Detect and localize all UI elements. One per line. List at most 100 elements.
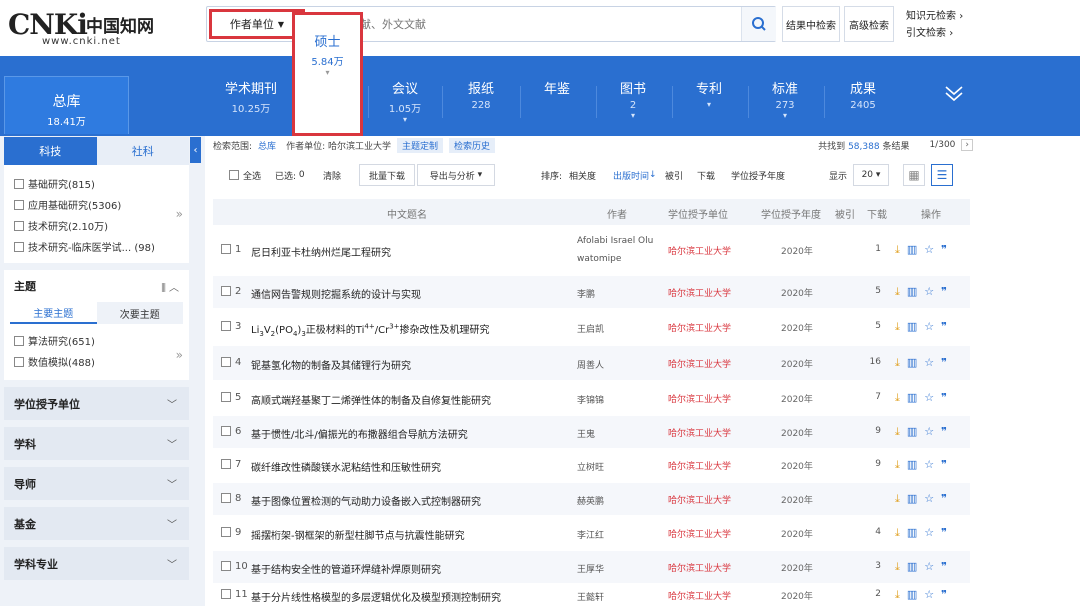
col-unit[interactable]: 学位授予单位 [668, 206, 728, 221]
download-icon[interactable]: ⤓ [895, 356, 900, 370]
author-link[interactable]: 李锦锦 [577, 392, 657, 410]
author-link[interactable]: Afolabi Israel Olu watomipe [577, 232, 657, 268]
tab-newspaper[interactable]: 报纸 228 [448, 78, 514, 128]
download-icon[interactable]: ⤓ [895, 391, 900, 405]
paper-title-link[interactable]: 基于结构安全性的管道环焊缝补焊原则研究 [251, 561, 441, 576]
tab-social[interactable]: 社科 [96, 137, 189, 165]
download-icon[interactable]: ⤓ [895, 425, 900, 439]
read-online-icon[interactable]: ▥ [907, 526, 917, 540]
author-link[interactable]: 李鹏 [577, 286, 657, 304]
tab-masters[interactable]: 硕士 5.84万 ▾ [292, 12, 363, 136]
star-icon[interactable]: ☆ [924, 588, 934, 602]
knowledge-search-link[interactable]: 知识元检索 › [906, 8, 963, 25]
read-online-icon[interactable]: ▥ [907, 356, 917, 370]
paper-title-link[interactable]: 基于分片线性格模型的多层逻辑优化及模型预测控制研究 [251, 589, 501, 604]
col-author[interactable]: 作者 [607, 206, 627, 221]
page-size-select[interactable]: 20 ▾ [853, 164, 889, 186]
tab-standards[interactable]: 标准 273 ▾ [752, 78, 818, 128]
checkbox[interactable] [221, 321, 231, 331]
star-icon[interactable]: ☆ [924, 285, 934, 299]
col-cited[interactable]: 被引 [835, 206, 855, 221]
section-degree-unit[interactable]: 学位授予单位 ﹀ [4, 387, 189, 420]
author-link[interactable]: 赫英鹏 [577, 493, 657, 511]
unit-link[interactable]: 哈尔滨工业大学 [668, 459, 731, 472]
cnki-logo[interactable]: CNKi 中国知网 www.cnki.net [8, 6, 158, 47]
search-field-select[interactable]: 作者单位 ▼ [209, 9, 305, 39]
checkbox[interactable] [14, 220, 24, 231]
paper-title-link[interactable]: Li3V2(PO4)3正极材料的Ti4+/Cr3+掺杂改性及机理研究 [251, 321, 490, 338]
list-view-button[interactable]: ☰ [931, 164, 953, 186]
double-chevron-right-icon[interactable]: » [176, 207, 183, 221]
clear-button[interactable]: 清除 [323, 161, 341, 189]
download-icon[interactable]: ⤓ [895, 526, 900, 540]
read-online-icon[interactable]: ▥ [907, 243, 917, 257]
tab-main-theme[interactable]: 主要主题 [10, 302, 97, 324]
tab-conference[interactable]: 会议 1.05万 ▾ [372, 78, 438, 128]
collapse-sidebar-button[interactable]: ‹ [190, 137, 201, 163]
chevron-up-icon[interactable]: ︿ [169, 283, 179, 294]
checkbox[interactable] [221, 527, 231, 537]
star-icon[interactable]: ☆ [924, 243, 934, 257]
read-online-icon[interactable]: ▥ [907, 320, 917, 334]
paper-title-link[interactable]: 通信网告警规则挖掘系统的设计与实现 [251, 286, 421, 301]
checkbox[interactable] [221, 426, 231, 436]
quote-icon[interactable]: ❞ [941, 560, 947, 574]
sort-degree-year[interactable]: 学位授予年度 [731, 161, 785, 189]
quote-icon[interactable]: ❞ [941, 425, 947, 439]
unit-link[interactable]: 哈尔滨工业大学 [668, 321, 731, 334]
quote-icon[interactable]: ❞ [941, 243, 947, 257]
tab-yearbook[interactable]: 年鉴 [524, 78, 590, 128]
filter-item[interactable]: 技术研究(2.10万) [4, 215, 189, 236]
read-online-icon[interactable]: ▥ [907, 588, 917, 602]
checkbox[interactable] [14, 178, 24, 189]
star-icon[interactable]: ☆ [924, 492, 934, 506]
star-icon[interactable]: ☆ [924, 526, 934, 540]
section-fund[interactable]: 基金 ﹀ [4, 507, 189, 540]
checkbox[interactable] [14, 356, 24, 367]
author-link[interactable]: 王懿轩 [577, 589, 657, 607]
sort-date[interactable]: 出版时间 ↓ [613, 161, 657, 189]
batch-download-button[interactable]: 批量下载 [359, 164, 415, 186]
unit-link[interactable]: 哈尔滨工业大学 [668, 589, 731, 602]
next-page-button[interactable]: › [961, 139, 973, 151]
quote-icon[interactable]: ❞ [941, 285, 947, 299]
star-icon[interactable]: ☆ [924, 356, 934, 370]
download-icon[interactable]: ⤓ [895, 285, 900, 299]
checkbox[interactable] [14, 241, 24, 252]
checkbox[interactable] [221, 357, 231, 367]
theme-header[interactable]: 主题 ⫼ ︿ [4, 270, 189, 302]
download-icon[interactable]: ⤓ [895, 492, 900, 506]
tab-journals[interactable]: 学术期刊 10.25万 [220, 78, 282, 128]
checkbox[interactable] [221, 493, 231, 503]
paper-title-link[interactable]: 基于图像位置检测的气动助力设备嵌入式控制器研究 [251, 493, 481, 508]
unit-link[interactable]: 哈尔滨工业大学 [668, 493, 731, 506]
paper-title-link[interactable]: 高顺式端羟基聚丁二烯弹性体的制备及自修复性能研究 [251, 392, 491, 407]
read-online-icon[interactable]: ▥ [907, 492, 917, 506]
sort-cited[interactable]: 被引 [665, 161, 683, 189]
select-all[interactable]: 全选 [229, 161, 261, 189]
author-link[interactable]: 王厚华 [577, 561, 657, 579]
sort-download[interactable]: 下载 [697, 161, 715, 189]
topic-customize-button[interactable]: 主题定制 [396, 137, 443, 153]
col-title[interactable]: 中文题名 [387, 206, 427, 221]
paper-title-link[interactable]: 尼日利亚卡杜纳州烂尾工程研究 [251, 244, 391, 259]
filter-item[interactable]: 应用基础研究(5306) [4, 194, 189, 215]
quote-icon[interactable]: ❞ [941, 356, 947, 370]
export-analyze-button[interactable]: 导出与分析 ▾ [417, 164, 495, 186]
unit-link[interactable]: 哈尔滨工业大学 [668, 392, 731, 405]
quote-icon[interactable]: ❞ [941, 391, 947, 405]
read-online-icon[interactable]: ▥ [907, 391, 917, 405]
author-link[interactable]: 王鬼 [577, 426, 657, 444]
star-icon[interactable]: ☆ [924, 560, 934, 574]
sort-relevance[interactable]: 相关度 [569, 161, 596, 189]
checkbox[interactable] [221, 561, 231, 571]
search-history-button[interactable]: 检索历史 [448, 137, 495, 153]
section-major[interactable]: 学科专业 ﹀ [4, 547, 189, 580]
tab-sci[interactable]: 科技 [4, 137, 97, 165]
unit-link[interactable]: 哈尔滨工业大学 [668, 527, 731, 540]
filter-item[interactable]: 数值模拟(488) [4, 351, 189, 372]
author-link[interactable]: 立树旺 [577, 459, 657, 477]
filter-item[interactable]: 算法研究(651) [4, 330, 189, 351]
author-link[interactable]: 王启凯 [577, 321, 657, 339]
paper-title-link[interactable]: 铌基氢化物的制备及其储锂行为研究 [251, 357, 411, 372]
